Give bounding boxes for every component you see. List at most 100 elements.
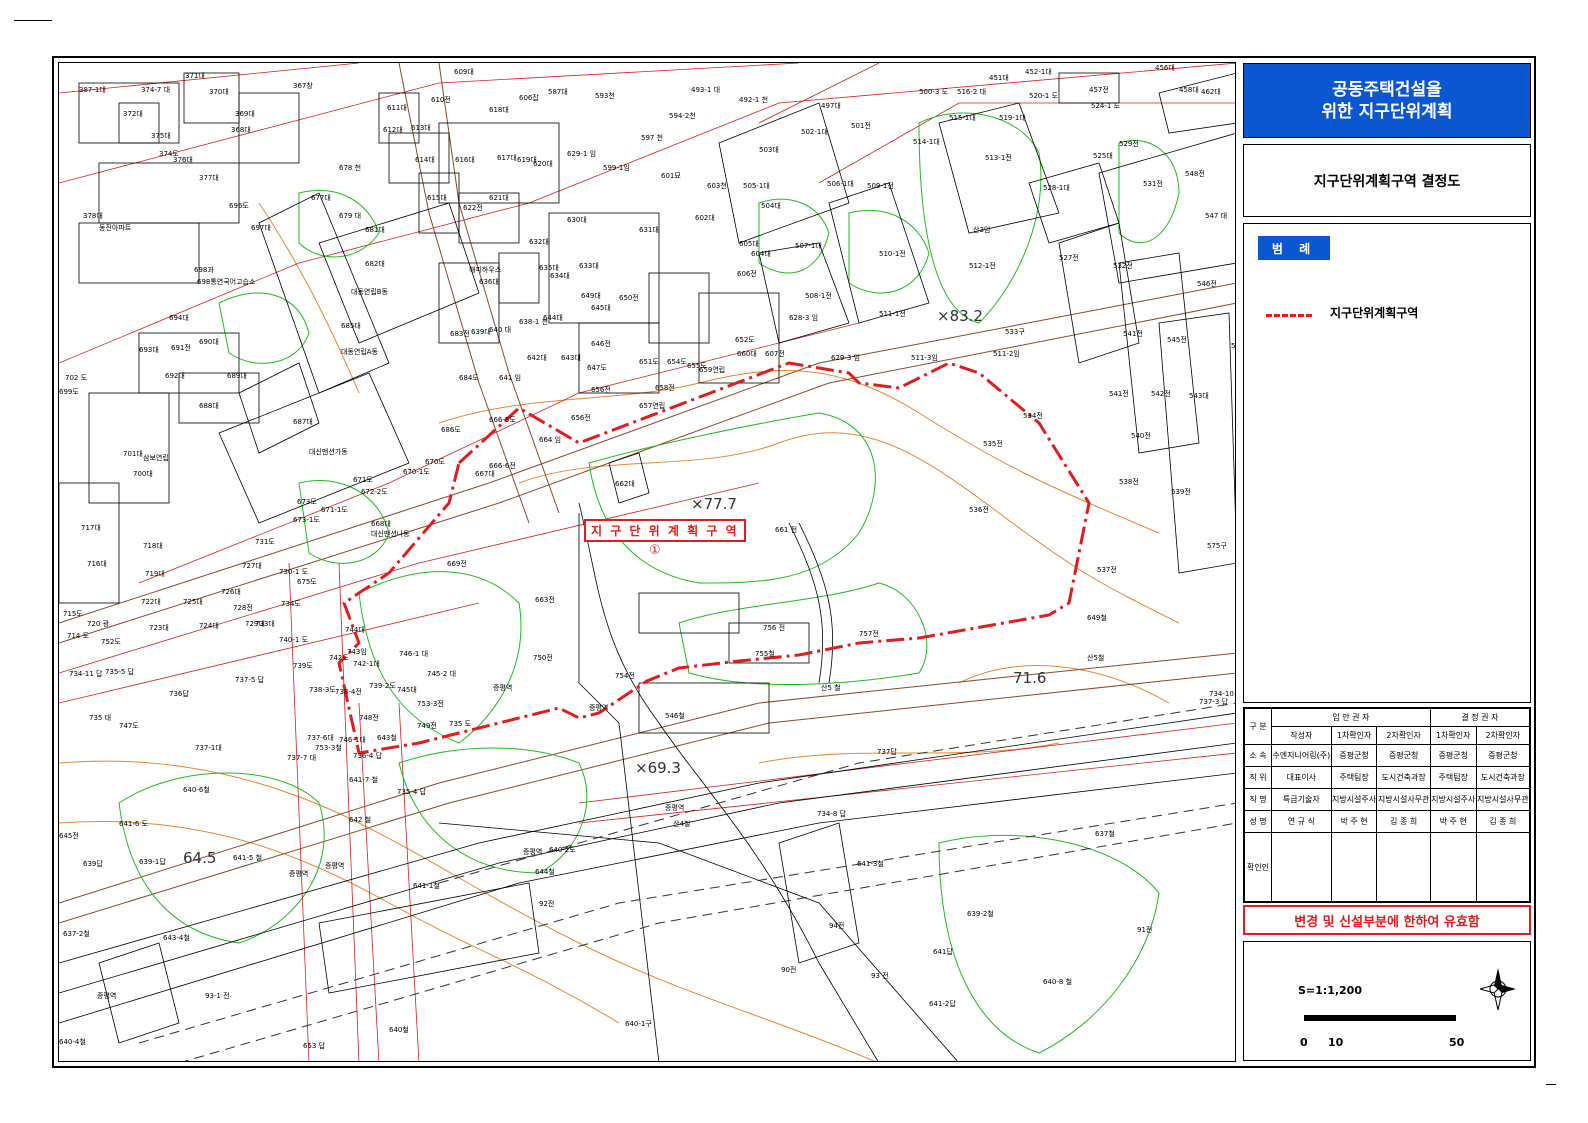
parcel-label: 681대 bbox=[365, 226, 385, 234]
cadastral-map[interactable]: 지 구 단 위 계 획 구 역 ① ×77.7 ×83.2 ×69.3 64.5… bbox=[58, 62, 1236, 1062]
parcel-label: 452-1대 bbox=[1025, 68, 1052, 76]
parcel-label: 507-1대 bbox=[795, 242, 822, 250]
parcel-label: 692대 bbox=[165, 372, 185, 380]
parcel-label: 688대 bbox=[199, 402, 219, 410]
parcel-label: 650전 bbox=[619, 294, 639, 302]
validity-notice: 변경 및 신설부분에 한하여 유효함 bbox=[1243, 905, 1531, 935]
legend-item-label: 지구단위계획구역 bbox=[1330, 306, 1419, 320]
parcel-label: 640-6철 bbox=[183, 786, 210, 794]
parcel-label: 산5 철 bbox=[821, 684, 841, 692]
parcel-label: 698통연국어고습소 bbox=[197, 278, 256, 286]
parcel-label: 대동연립A동 bbox=[341, 348, 378, 356]
legend-badge: 범 례 bbox=[1258, 236, 1330, 260]
legend-boundary-line bbox=[1266, 314, 1312, 317]
parcel-label: 649철 bbox=[1087, 614, 1107, 622]
parcel-label: 532전 bbox=[1113, 262, 1133, 270]
parcel-label: 증평역 bbox=[589, 704, 609, 712]
parcel-label: 506-1대 bbox=[827, 180, 854, 188]
parcel-label: 451대 bbox=[989, 74, 1009, 82]
parcel-label: 520-1 도 bbox=[1029, 92, 1059, 100]
parcel-label: 637-2철 bbox=[63, 930, 90, 938]
parcel-label: 735-5 답 bbox=[105, 668, 135, 676]
parcel-label: 654도 bbox=[667, 358, 687, 366]
table-cell: 박 주 현 bbox=[1330, 810, 1378, 833]
parcel-label: 739도 bbox=[293, 662, 313, 670]
parcel-label: 724대 bbox=[199, 622, 219, 630]
parcel-label: 693대 bbox=[139, 346, 159, 354]
parcel-label: 629-3 임 bbox=[831, 354, 861, 362]
parcel-label: 641-5 철 bbox=[233, 854, 263, 862]
parcel-label: 736답 bbox=[169, 690, 189, 698]
parcel-label: 661 전 bbox=[775, 526, 798, 534]
table-cell: 김 종 희 bbox=[1376, 810, 1431, 833]
parcel-label: 동진아파트 bbox=[99, 224, 132, 232]
parcel-label: 509-1전 bbox=[867, 182, 894, 190]
col-header: 2차확인자 bbox=[1475, 726, 1531, 745]
parcel-label: 718대 bbox=[143, 542, 163, 550]
drafter-group: 입 안 권 자 bbox=[1271, 708, 1431, 727]
parcel-label: 544전 bbox=[1231, 342, 1236, 350]
parcel-label: 639대 bbox=[471, 328, 491, 336]
parcel-label: 714 도 bbox=[67, 632, 90, 640]
scale-bar bbox=[1304, 1015, 1456, 1021]
parcel-label: 641-2답 bbox=[929, 1000, 956, 1008]
parcel-label: 755철 bbox=[755, 650, 775, 658]
parcel-label: 528-1대 bbox=[1043, 184, 1070, 192]
parcel-label: 642 철 bbox=[349, 816, 372, 824]
parcel-label: 607전 bbox=[765, 350, 785, 358]
parcel-label: 737-5 답 bbox=[235, 676, 265, 684]
parcel-label: 720 광 bbox=[87, 620, 110, 628]
parcel-label: 731도 bbox=[255, 538, 275, 546]
parcel-label: 92전 bbox=[539, 900, 555, 908]
parcel-label: 685대 bbox=[341, 322, 361, 330]
parcel-label: 376대 bbox=[173, 156, 193, 164]
parcel-label: 673도 bbox=[297, 498, 317, 506]
title-block: 공동주택건설을 위한 지구단위계획 지구단위계획구역 결정도 범 례 지구단위계… bbox=[1240, 62, 1532, 1062]
table-cell bbox=[1429, 832, 1477, 902]
table-cell: 지방시설사무관 bbox=[1475, 788, 1531, 811]
parcel-label: 652도 bbox=[735, 336, 755, 344]
parcel-label: 670도 bbox=[425, 458, 445, 466]
parcel-label: 525대 bbox=[1093, 152, 1113, 160]
parcel-label: 545전 bbox=[1167, 336, 1187, 344]
table-cell bbox=[1475, 832, 1531, 902]
parcel-label: 94전 bbox=[829, 922, 845, 930]
table-cell: 지방시설사무관 bbox=[1376, 788, 1431, 811]
parcel-label: 613대 bbox=[411, 124, 431, 132]
parcel-label: 684도 bbox=[459, 374, 479, 382]
parcel-label: 605대 bbox=[739, 240, 759, 248]
parcel-label: 631대 bbox=[639, 226, 659, 234]
parcel-label: 664 임 bbox=[539, 436, 562, 444]
parcel-label: 737-7 대 bbox=[287, 754, 317, 762]
row-label: 직 명 bbox=[1244, 788, 1272, 811]
parcel-label: 367창 bbox=[293, 82, 313, 90]
parcel-label: 746-1 대 bbox=[399, 650, 429, 658]
parcel-label: 740-1 도 bbox=[279, 636, 309, 644]
elevation-point: ×83.2 bbox=[937, 307, 983, 325]
parcel-label: 377대 bbox=[199, 174, 219, 182]
parcel-outlines bbox=[59, 72, 1235, 1061]
plan-title-line2: 위한 지구단위계획 bbox=[1321, 101, 1453, 122]
parcel-label: 524-1 도 bbox=[1091, 102, 1121, 110]
parcel-label: 641 임 bbox=[499, 374, 522, 382]
parcel-label: 622전 bbox=[463, 204, 483, 212]
elevation-point: ×69.3 bbox=[635, 759, 681, 777]
parcel-label: 745-2 대 bbox=[427, 670, 457, 678]
parcel-label: 616대 bbox=[455, 156, 475, 164]
parcel-label: 669전 bbox=[447, 560, 467, 568]
parcel-label: 723대 bbox=[149, 624, 169, 632]
parcel-label: 672-2도 bbox=[361, 488, 388, 496]
parcel-label: 617대 bbox=[497, 154, 517, 162]
parcel-label: 666-6전 bbox=[489, 462, 516, 470]
parcel-label: 593천 bbox=[595, 92, 615, 100]
parcel-label: 645대 bbox=[591, 304, 611, 312]
parcel-label: 690대 bbox=[199, 338, 219, 346]
parcel-label: 529전 bbox=[1119, 140, 1139, 148]
parcel-label: 643-4철 bbox=[163, 934, 190, 942]
parcel-label: 삼보연립 bbox=[143, 454, 169, 462]
parcel-label: 743임 bbox=[347, 648, 367, 656]
parcel-label: 368대 bbox=[231, 126, 251, 134]
row-label: 직 위 bbox=[1244, 766, 1272, 789]
parcel-label: 601묘 bbox=[661, 172, 681, 180]
parcel-label: 457전 bbox=[1089, 86, 1109, 94]
